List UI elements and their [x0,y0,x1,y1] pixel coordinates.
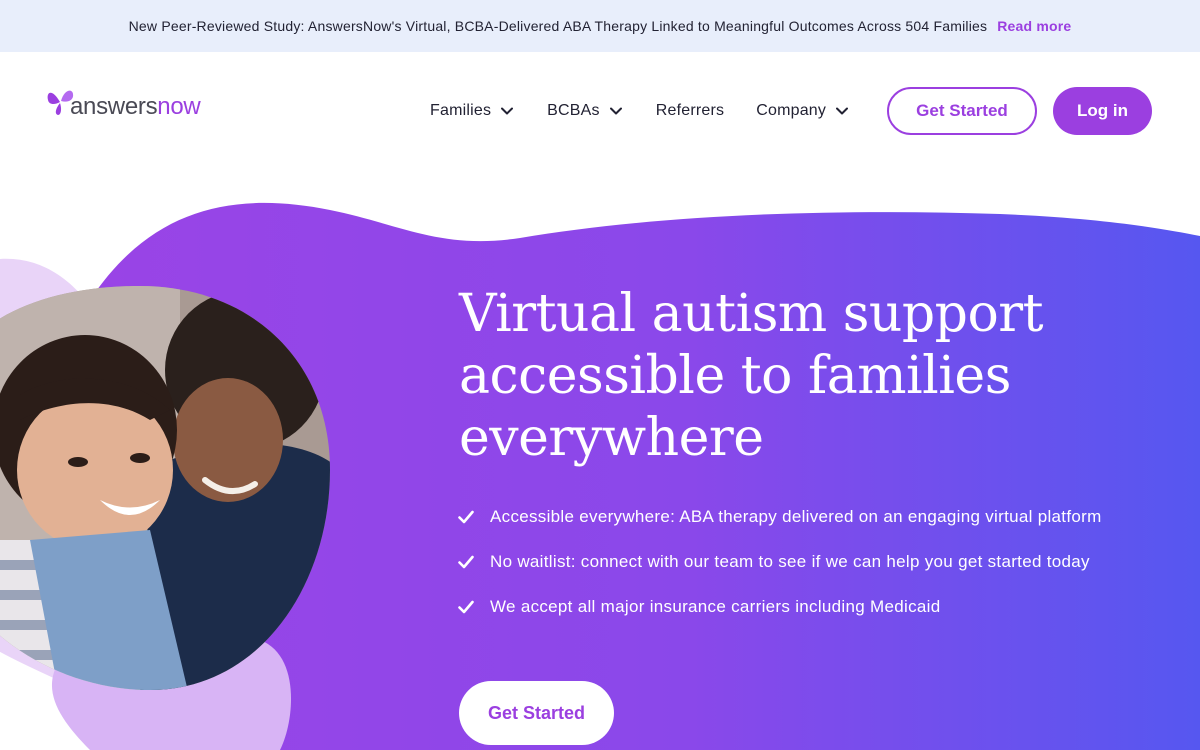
benefit-text: We accept all major insurance carriers i… [490,597,941,616]
benefit-item: Accessible everywhere: ABA therapy deliv… [458,502,1168,531]
nav-item-referrers[interactable]: Referrers [656,102,724,120]
nav-item-label: BCBAs [547,102,600,119]
main-nav: Families BCBAs Referrers Company [430,52,882,170]
nav-item-families[interactable]: Families [430,102,514,120]
nav-item-label: Referrers [655,102,725,119]
nav-item-company[interactable]: Company [756,102,849,120]
announcement-text: New Peer-Reviewed Study: AnswersNow's Vi… [128,18,988,34]
checkmark-icon [458,600,474,614]
chevron-down-icon [836,107,849,115]
read-more-link[interactable]: Read more [997,18,1071,34]
get-started-button[interactable]: Get Started [887,87,1037,135]
checkmark-icon [458,510,474,524]
brand-name-part1: answers [70,93,158,120]
chevron-down-icon [501,107,514,115]
benefit-text: No waitlist: connect with our team to se… [490,552,1090,571]
nav-item-label: Company [756,102,827,119]
hero-benefits-list: Accessible everywhere: ABA therapy deliv… [458,502,1168,637]
nav-item-label: Families [430,102,492,119]
hero-get-started-button[interactable]: Get Started [459,681,614,745]
login-button[interactable]: Log in [1053,87,1152,135]
benefit-item: We accept all major insurance carriers i… [458,592,1168,621]
benefit-item: No waitlist: connect with our team to se… [458,547,1168,576]
chevron-down-icon [609,107,622,115]
brand-logo[interactable]: answersnow [46,86,201,120]
brand-wordmark: answersnow [70,93,201,120]
checkmark-icon [458,555,474,569]
announcement-bar: New Peer-Reviewed Study: AnswersNow's Vi… [0,0,1200,52]
nav-item-bcbas[interactable]: BCBAs [547,102,622,120]
site-header: answersnow Families BCBAs Referrers Comp… [0,52,1200,170]
benefit-text: Accessible everywhere: ABA therapy deliv… [490,507,1102,526]
brand-name-part2: now [157,93,201,120]
hero-title: Virtual autism support accessible to fam… [459,284,1044,468]
